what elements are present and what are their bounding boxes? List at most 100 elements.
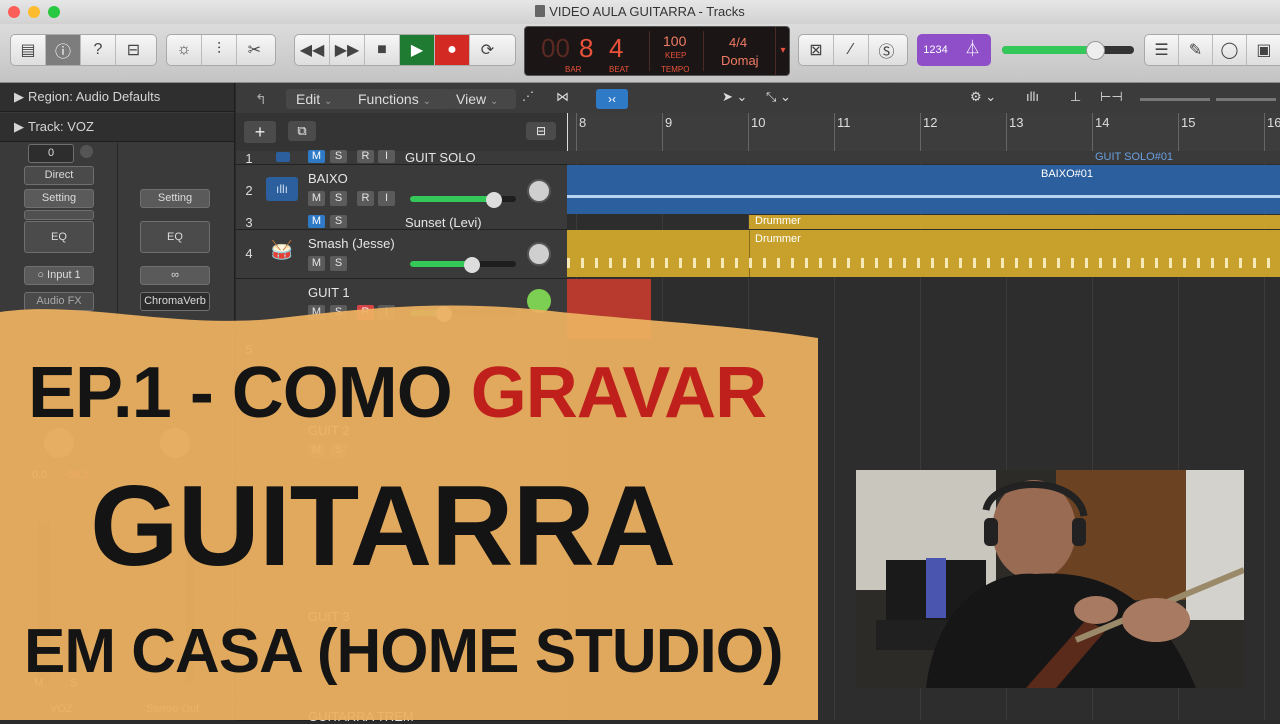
region-drummer-top[interactable]: Drummer	[749, 215, 1280, 229]
gain-knob[interactable]	[80, 145, 93, 158]
bar-ruler[interactable]: 8 9 10 11 12 13 14 15 16	[567, 113, 1280, 152]
volume-knob[interactable]	[436, 306, 452, 322]
solo-button[interactable]: S	[330, 191, 347, 206]
region-guit-1[interactable]	[567, 279, 651, 339]
setting-button-left[interactable]: Setting	[24, 189, 94, 208]
solo-button[interactable]: S	[330, 215, 347, 228]
edit-menu[interactable]: Edit ⌄	[286, 89, 358, 109]
track-name[interactable]: BAIXO	[308, 171, 348, 186]
waveform-zoom-button[interactable]: ıllı	[1026, 89, 1056, 109]
lcd-display[interactable]: 00 8 4 BAR BEAT 100 KEEP TEMPO 4/4 Domaj…	[524, 26, 790, 76]
mixer-button[interactable]: ⫶	[202, 35, 237, 65]
add-track-button[interactable]: +	[244, 121, 276, 143]
toolbar-toggle-button[interactable]: ⊟	[116, 35, 151, 65]
mute-button[interactable]: M	[308, 305, 325, 320]
catch-playhead-button[interactable]: ›‹	[596, 89, 628, 109]
vertical-zoom-fit-button[interactable]: ⊥	[1070, 89, 1094, 109]
pan-knob[interactable]	[527, 179, 551, 203]
horizontal-zoom-fit-button[interactable]: ⊢⊣	[1100, 89, 1124, 109]
volume-knob[interactable]	[486, 192, 502, 208]
automation-button[interactable]: ⋰	[522, 89, 552, 109]
record-enable-button[interactable]: R	[357, 150, 374, 163]
setting-button-right[interactable]: Setting	[140, 189, 210, 208]
rewind-button[interactable]: ◀◀	[295, 35, 330, 65]
region-drummer[interactable]: Drummer	[567, 230, 1280, 277]
library-button[interactable]: ▤	[11, 35, 46, 65]
master-volume-slider[interactable]	[1002, 41, 1134, 60]
track-name[interactable]: GUIT 1	[308, 285, 350, 300]
track-name[interactable]: Smash (Jesse)	[308, 236, 395, 251]
count-in-button[interactable]: 1234	[917, 34, 954, 66]
solo-button[interactable]: S	[330, 305, 347, 320]
record-button[interactable]: ●	[435, 35, 470, 65]
inspector-button[interactable]: ⓘ	[46, 35, 81, 65]
eq-thumbnail-right[interactable]: EQ	[140, 221, 210, 253]
track-name[interactable]: GUIT SOLO	[405, 150, 476, 165]
note-pad-button[interactable]: ✎	[1179, 35, 1213, 65]
send-plugin-slot[interactable]: ChromaVerb	[140, 292, 210, 311]
track-row-sunset[interactable]: 3 M S Sunset (Levi)	[236, 215, 567, 230]
audio-fx-slot[interactable]: Audio FX	[24, 292, 94, 311]
browsers-button[interactable]: ▣	[1247, 35, 1280, 65]
volume-slider[interactable]	[410, 310, 516, 316]
track-inspector-header[interactable]: ▶ Track: VOZ	[0, 113, 234, 142]
play-button[interactable]: ▶	[400, 35, 435, 65]
eq-thumbnail-left[interactable]: EQ	[24, 221, 94, 253]
solo-button[interactable]: S	[330, 443, 347, 458]
vertical-zoom-slider[interactable]	[1140, 98, 1210, 101]
back-button[interactable]: ↰	[250, 88, 272, 110]
pan-knob[interactable]	[527, 242, 551, 266]
fast-forward-button[interactable]: ▶▶	[330, 35, 365, 65]
view-menu[interactable]: View ⌄	[448, 89, 516, 109]
track-row-guitarra-trem[interactable]: GUITARRA TREM	[236, 704, 567, 724]
smart-controls-button[interactable]: ☼	[167, 35, 202, 65]
track-row-guit-1[interactable]: GUIT 1 M S R I	[236, 279, 567, 330]
pan-knob[interactable]	[527, 289, 551, 313]
record-enable-button[interactable]: R	[357, 191, 374, 206]
cycle-button[interactable]: ⟳	[470, 35, 505, 65]
direct-button[interactable]: Direct	[24, 166, 94, 185]
functions-menu[interactable]: Functions ⌄	[352, 89, 450, 109]
mute-button[interactable]: M	[308, 191, 325, 206]
metronome-button[interactable]: ⏃	[954, 34, 991, 66]
mute-button[interactable]: M	[308, 215, 325, 228]
region-inspector-header[interactable]: ▶ Region: Audio Defaults	[0, 83, 234, 112]
global-tracks-button[interactable]: ⊟	[526, 122, 556, 140]
input-slot[interactable]: ○ Input 1	[24, 266, 94, 285]
volume-knob[interactable]	[464, 257, 480, 273]
track-row-baixo[interactable]: 2 ıllı BAIXO M S R I	[236, 165, 567, 216]
mute-button[interactable]: M	[308, 150, 325, 163]
track-row-guit-solo[interactable]: 1 M S R I GUIT SOLO	[236, 150, 567, 166]
tuner-button[interactable]: ⁄	[834, 35, 869, 65]
duplicate-track-button[interactable]: ⧉	[288, 121, 316, 141]
track-name[interactable]: Sunset (Levi)	[405, 215, 482, 230]
track-row-smash[interactable]: 4 🥁 Smash (Jesse) M S	[236, 230, 567, 279]
input-monitor-button[interactable]: I	[378, 150, 395, 163]
track-name[interactable]: GUITARRA TREM	[308, 709, 414, 724]
stop-button[interactable]: ■	[365, 35, 400, 65]
link-slot[interactable]: ∞	[140, 266, 210, 285]
solo-button[interactable]: S	[330, 256, 347, 271]
record-enable-button[interactable]: R	[357, 305, 374, 320]
input-gain-value[interactable]: 0	[28, 144, 74, 163]
solo-button[interactable]: Ⓢ	[869, 35, 904, 65]
master-volume-knob[interactable]	[1086, 41, 1105, 60]
list-editors-button[interactable]: ☰	[1145, 35, 1179, 65]
pencil-tool-menu[interactable]: ⤡ ⌄	[766, 89, 810, 109]
input-monitor-button[interactable]: I	[378, 305, 395, 320]
volume-slider[interactable]	[410, 261, 516, 267]
playhead[interactable]	[567, 113, 568, 151]
flex-button[interactable]: ⋈	[556, 89, 586, 109]
settings-menu[interactable]: ⚙ ⌄	[970, 89, 1010, 109]
region-guit-solo-label[interactable]: GUIT SOLO#01	[1095, 151, 1173, 163]
quick-help-button[interactable]: ?	[81, 35, 116, 65]
editors-button[interactable]: ✂	[237, 35, 272, 65]
region-baixo[interactable]: BAIXO#01	[567, 165, 1280, 214]
mute-button[interactable]: M	[308, 443, 325, 458]
lcd-dropdown-button[interactable]: ▾	[775, 27, 790, 75]
input-monitor-button[interactable]: I	[378, 191, 395, 206]
loop-browser-button[interactable]: ◯	[1213, 35, 1247, 65]
solo-button[interactable]: S	[330, 150, 347, 163]
mute-button[interactable]: M	[308, 256, 325, 271]
pointer-tool-menu[interactable]: ➤ ⌄	[722, 89, 762, 109]
